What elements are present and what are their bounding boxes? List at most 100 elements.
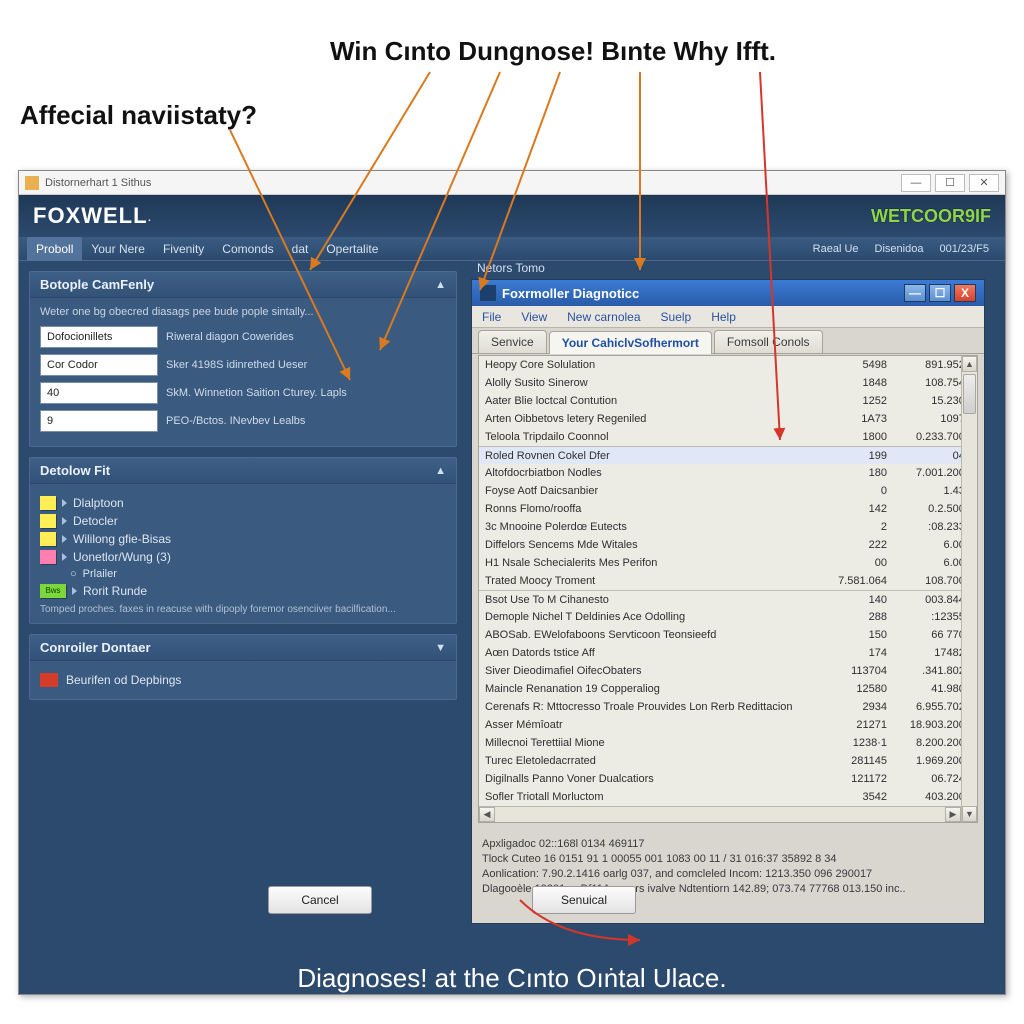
sub-close-button[interactable]: X (954, 284, 976, 302)
annotation-caption: Diagnoses! at the Cınto Oıṅtal Ulace. (0, 963, 1024, 994)
tab-fomsoll[interactable]: Fomsoll Conols (714, 330, 823, 353)
outer-minimize-button[interactable]: — (901, 174, 931, 192)
row-label: Roled Rovnen Cokel Dfer (479, 450, 833, 462)
panel1-field[interactable]: 40 (40, 382, 158, 404)
panel1-field[interactable]: Dofocionillets (40, 326, 158, 348)
scroll-right-button[interactable]: ▶ (945, 807, 961, 822)
outer-close-button[interactable]: ✕ (969, 174, 999, 192)
table-row[interactable]: ABOSab. EWelofaboons Servticoon Teonsiee… (479, 626, 977, 644)
panel1-field[interactable]: Cor Codor (40, 354, 158, 376)
table-row[interactable]: Digilnalls Panno Voner Dualcatiors121172… (479, 770, 977, 788)
row-col1: 2934 (833, 701, 897, 713)
row-col1: 21271 (833, 719, 897, 731)
table-row[interactable]: Alolly Susito Sinerow1848108.7544 (479, 374, 977, 392)
row-label: Alolly Susito Sinerow (479, 377, 833, 389)
table-row[interactable]: Bsot Use To M Cihanesto140003.8445 (479, 590, 977, 608)
table-row[interactable]: 3c Mnooine Polerdœ Eutects2:08.2331 (479, 518, 977, 536)
table-row[interactable]: Asser Mémîoatr2127118.903.2003 (479, 716, 977, 734)
menu-right-1[interactable]: Disenidoa (867, 243, 932, 255)
panel-conroller-header[interactable]: Conroiler Dontaer ▼ (30, 635, 456, 661)
app-window: Distornerhart 1 Sithus — ☐ ✕ FOXWELL. WE… (18, 170, 1006, 995)
table-row[interactable]: Demople Nichel T Deldinies Ace Odolling2… (479, 608, 977, 626)
table-row[interactable]: Diffelors Sencems Mde Witales2226.000 (479, 536, 977, 554)
table-row[interactable]: Maincle Renanation 19 Copperaliog1258041… (479, 680, 977, 698)
panel-detolow-title: Detolow Fit (40, 463, 110, 478)
table-row[interactable]: Cerenafs R: Mttocresso Troale Prouvides … (479, 698, 977, 716)
collapse-icon: ▲ (435, 279, 446, 291)
table-row[interactable]: Roled Rovnen Cokel Dfer199046 (479, 446, 977, 464)
panel-botople-lead: Weter one bg obecred diasags pee bude po… (40, 306, 446, 318)
tab-senvice[interactable]: Senvice (478, 330, 547, 353)
panel-detolow-header[interactable]: Detolow Fit ▲ (30, 458, 456, 484)
sub-maximize-button[interactable]: ☐ (929, 284, 951, 302)
row-col1: 1848 (833, 377, 897, 389)
sub-menu-view[interactable]: View (511, 310, 557, 324)
tree-item[interactable]: Uonetlor/Wung (3) (40, 550, 446, 564)
scroll-down-button[interactable]: ▼ (962, 806, 977, 822)
outer-maximize-button[interactable]: ☐ (935, 174, 965, 192)
row-col1: 121172 (833, 773, 897, 785)
table-row[interactable]: Millecnoi Terettiial Mione1238·18.200.20… (479, 734, 977, 752)
row-label: Siver Dieodimafiel OifecObaters (479, 665, 833, 677)
row-col1: 180 (833, 467, 897, 479)
table-row[interactable]: Heopy Core Solulation5498891.9525 (479, 356, 977, 374)
scroll-thumb[interactable] (963, 374, 976, 414)
sub-menu-help[interactable]: Help (701, 310, 746, 324)
tree-item-label: Uonetlor/Wung (3) (73, 550, 171, 564)
collapse-icon: ▲ (435, 465, 446, 477)
menu-item-2[interactable]: Fivenity (154, 237, 213, 261)
table-row[interactable]: Sofler Triotall Morluctom3542403.2000 (479, 788, 977, 806)
panel-botople-header[interactable]: Botople CamFenly ▲ (30, 272, 456, 298)
menu-right-0[interactable]: Raeal Ue (805, 243, 867, 255)
row-label: Maincle Renanation 19 Copperaliog (479, 683, 833, 695)
table-row[interactable]: Ronns Flomo/rooffa1420.2.5008 (479, 500, 977, 518)
row-col1: 288 (833, 611, 897, 623)
tab-yourcahicle[interactable]: Your CahiclvSofhermort (549, 331, 712, 354)
table-row[interactable]: Siver Dieodimafiel OifecObaters113704.34… (479, 662, 977, 680)
table-row[interactable]: Aœn Datords tstice Aff174174821 (479, 644, 977, 662)
menu-right-2: 001/23/F5 (931, 243, 997, 255)
row-label: Sofler Triotall Morluctom (479, 791, 833, 803)
row-col1: 1238·1 (833, 737, 897, 749)
expand-icon: ▼ (435, 642, 446, 654)
sub-menu-file[interactable]: File (472, 310, 511, 324)
sub-menu-new[interactable]: New carnolea (557, 310, 650, 324)
cancel-button[interactable]: Cancel (268, 886, 372, 914)
vertical-scrollbar[interactable]: ▲ ▼ (961, 356, 977, 822)
table-row[interactable]: Foyse Aotf Daicsanbier01.436 (479, 482, 977, 500)
scroll-up-button[interactable]: ▲ (962, 356, 977, 372)
tree-item[interactable]: BwsRorit Runde (40, 584, 446, 598)
menu-item-3[interactable]: Comonds (213, 237, 282, 261)
sub-minimize-button[interactable]: — (904, 284, 926, 302)
tree-subitem[interactable]: ○Prlailer (70, 568, 446, 580)
scroll-left-button[interactable]: ◀ (479, 807, 495, 822)
table-row[interactable]: Trated Moocy Troment7.581.064108.7000 (479, 572, 977, 590)
brand-logo: FOXWELL (33, 203, 148, 229)
menu-item-5[interactable]: Opertalite (317, 237, 387, 261)
row-label: Altofdocrbiatbon Nodles (479, 467, 833, 479)
tree-item[interactable]: Detocler (40, 514, 446, 528)
table-row[interactable]: Turec Eletoledacrrated2811451.969.2000 (479, 752, 977, 770)
row-col1: 1252 (833, 395, 897, 407)
table-row[interactable]: Teloola Tripdailo Coonnol18000.233.7008 (479, 428, 977, 446)
menu-item-4[interactable]: dat (283, 237, 318, 261)
menu-item-1[interactable]: Your Nere (82, 237, 154, 261)
menu-item-0[interactable]: Proboll (27, 237, 82, 261)
table-row[interactable]: H1 Nsale Schecialerits Mes Perifon006.00… (479, 554, 977, 572)
tree-bullet-icon (62, 553, 67, 561)
table-row[interactable]: Altofdocrbiatbon Nodles1807.001.2000 (479, 464, 977, 482)
tree-item[interactable]: Wililong gfie-Bisas (40, 532, 446, 546)
row-col1: 5498 (833, 359, 897, 371)
tree-item[interactable]: Dlalptoon (40, 496, 446, 510)
subwindow-label-above: Netors Tomo (477, 261, 545, 275)
table-row[interactable]: Arten Oibbetovs letery Regeniled1A731097… (479, 410, 977, 428)
table-row[interactable]: Aater Blie loctcal Contution125215.2300 (479, 392, 977, 410)
panel1-desc: Riweral diagon Cowerides (166, 331, 446, 343)
sub-menu-suelp[interactable]: Suelp (651, 310, 702, 324)
panel1-field[interactable]: 9 (40, 410, 158, 432)
senuical-button[interactable]: Senuical (532, 886, 636, 914)
horizontal-scrollbar[interactable]: ◀ ▶ (479, 806, 961, 822)
status-line-2: Aonlication: 7.90.2.1416 oarlg 037, and … (482, 867, 974, 882)
controller-item[interactable]: Beurifen od Depbings (40, 669, 446, 691)
panel1-row: 9PEO-/Bctos. INevbev Lealbs (40, 410, 446, 432)
